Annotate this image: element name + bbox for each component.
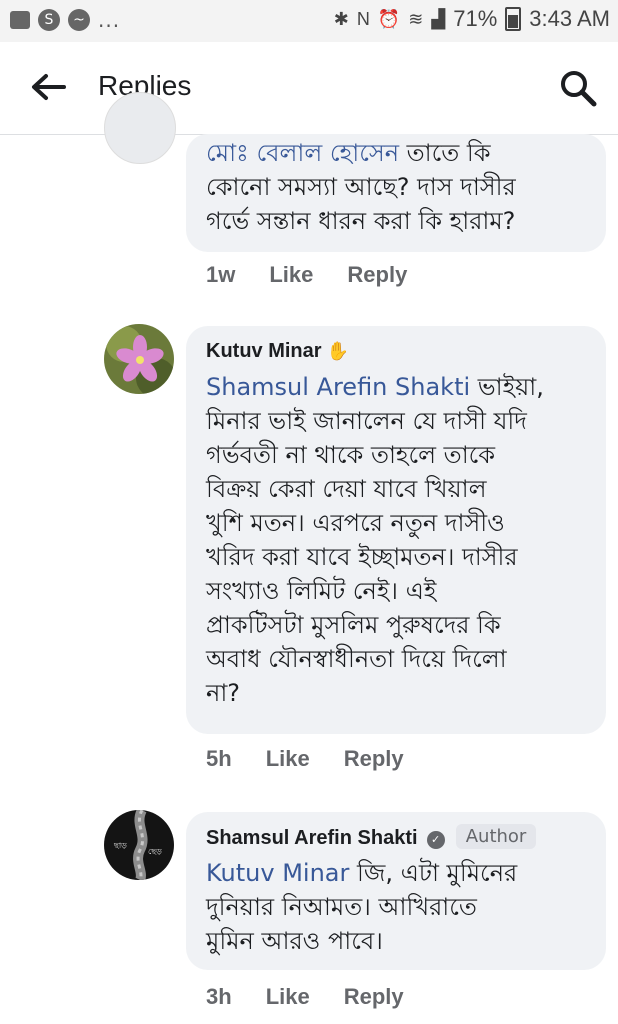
wave-icon: ✋ [326, 341, 350, 362]
comment-author-row: Shamsul Arefin Shakti ✓ Author [206, 824, 537, 850]
more-notifications: ... [98, 8, 121, 32]
nfc-icon: N [356, 8, 370, 29]
avatar[interactable] [104, 92, 176, 164]
like-button[interactable]: Like [266, 746, 310, 772]
avatar[interactable] [104, 324, 174, 394]
search-icon[interactable] [558, 68, 598, 108]
comment-bubble: Kutuv Minar ✋ Shamsul Arefin Shakti ভাইয… [186, 326, 606, 734]
comment-actions: 5h Like Reply [206, 746, 404, 772]
bluetooth-icon: ✱ [333, 8, 349, 29]
comment-bubble: মোঃ বেলাল হোসেন তাতে কি কোনো সমস্যা আছে?… [186, 134, 606, 252]
system-icons: ✱ N ⏰ ≋ ▟ 71% 3:43 AM [334, 6, 610, 32]
svg-text:ছেড়: ছেড় [148, 847, 162, 856]
mention-link[interactable]: Shamsul Arefin Shakti [206, 373, 470, 401]
svg-text:ছাড়: ছাড় [113, 841, 127, 850]
comment-bubble: Shamsul Arefin Shakti ✓ Author Kutuv Min… [186, 812, 606, 970]
reply-button[interactable]: Reply [344, 984, 404, 1010]
wifi-icon: ≋ [408, 8, 424, 29]
message-icon [10, 11, 30, 29]
comment-text: Shamsul Arefin Shakti ভাইয়া, মিনার ভাই … [206, 373, 544, 707]
comment-time: 3h [206, 984, 232, 1009]
rope-avatar-icon: ছাড় ছেড় [104, 810, 174, 880]
skype-icon: S [38, 9, 60, 31]
author-badge: Author [455, 824, 537, 849]
reply-button[interactable]: Reply [347, 262, 407, 288]
notification-icons: S ~ ... [10, 8, 120, 32]
comment-text: Kutuv Minar জি, এটা মুমিনের দুনিয়ার নিআ… [206, 859, 518, 955]
avatar[interactable]: ছাড় ছেড় [104, 810, 174, 880]
comment-time: 1w [206, 262, 236, 287]
comment-actions: 1w Like Reply [206, 262, 407, 288]
status-bar: S ~ ... ✱ N ⏰ ≋ ▟ 71% 3:43 AM [0, 0, 618, 42]
mention-link[interactable]: মোঃ বেলাল হোসেন [206, 139, 399, 167]
like-button[interactable]: Like [266, 984, 310, 1010]
like-button[interactable]: Like [269, 262, 313, 288]
battery-icon [505, 7, 522, 31]
flower-avatar-icon [104, 324, 174, 394]
comment-author[interactable]: Kutuv Minar [206, 340, 322, 362]
signal-icon: ▟ [431, 8, 446, 29]
alarm-icon: ⏰ [377, 8, 401, 29]
comment-author[interactable]: Shamsul Arefin Shakti [206, 827, 418, 849]
battery-percent: 71% [453, 6, 498, 31]
messenger-icon: ~ [68, 9, 90, 31]
comment-actions: 3h Like Reply [206, 984, 404, 1010]
mention-link[interactable]: Kutuv Minar [206, 859, 349, 887]
back-arrow-icon[interactable] [30, 72, 66, 102]
comment-author-row: Kutuv Minar ✋ [206, 340, 349, 363]
clock: 3:43 AM [529, 6, 610, 31]
comment-time: 5h [206, 746, 232, 771]
app-bar: Replies [0, 42, 618, 135]
comment-text: মোঃ বেলাল হোসেন তাতে কি কোনো সমস্যা আছে?… [206, 139, 516, 235]
reply-button[interactable]: Reply [344, 746, 404, 772]
verified-icon: ✓ [426, 831, 445, 849]
